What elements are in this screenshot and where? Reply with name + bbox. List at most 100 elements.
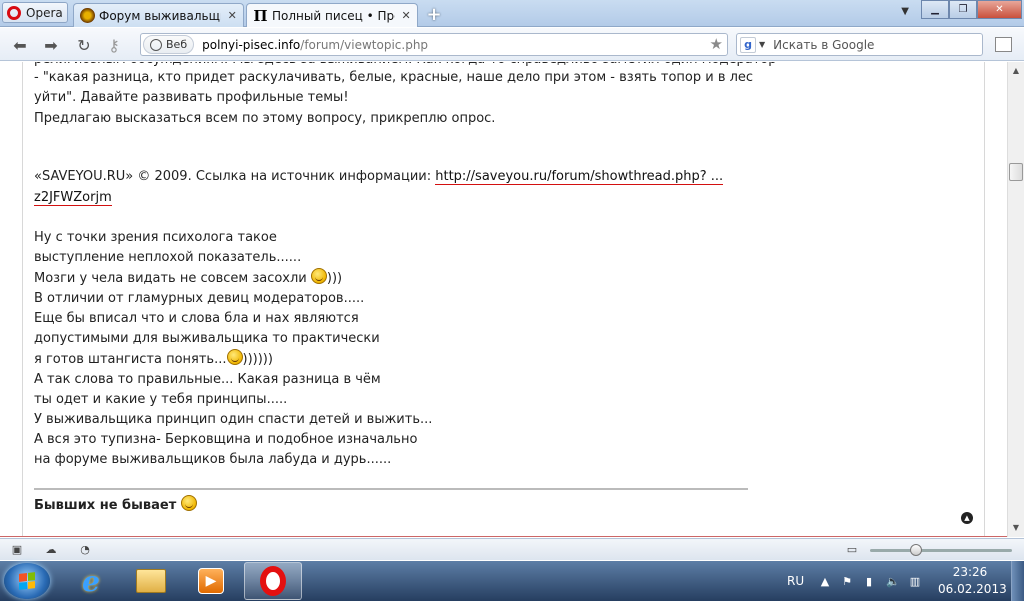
reply-text: я готов штангиста понять... [34, 352, 227, 367]
language-indicator[interactable]: RU [787, 561, 804, 601]
start-button[interactable] [4, 563, 50, 599]
panel-toggle-icon[interactable]: ▣ [10, 543, 24, 556]
address-field[interactable]: Веб polnyi-pisec.info /forum/viewtopic.p… [140, 33, 728, 56]
tab-label: Форум выживальщик... [99, 8, 221, 23]
status-bar: ▣ ☁ ◔ ▭ [0, 538, 1024, 560]
minimize-icon[interactable]: ▁ [921, 0, 949, 19]
navigation-bar: ⬅ ➡ ↻ ⚷ Веб polnyi-pisec.info /forum/vie… [0, 28, 1024, 61]
security-badge[interactable]: Веб [143, 35, 195, 54]
reply-line: Мозги у чела видать не совсем засохли ))… [34, 268, 342, 289]
opera-icon [260, 566, 286, 596]
reply-line: Ну с точки зрения психолога такое [34, 230, 277, 245]
turbo-speedometer-icon[interactable]: ◔ [78, 543, 92, 556]
post-bottom-border [0, 536, 1007, 537]
smiley-icon [310, 268, 327, 284]
tab-survival-forum[interactable]: Форум выживальщик... ✕ [73, 3, 244, 27]
reply-line: я готов штангиста понять...)))))) [34, 349, 273, 370]
reply-text: Мозги у чела видать не совсем засохли [34, 271, 307, 286]
google-icon[interactable]: g [740, 36, 756, 53]
url-host: polnyi-pisec.info [202, 37, 301, 52]
clock[interactable]: 23:26 06.02.2013 [938, 564, 1007, 598]
source-prefix: «SAVEYOU.RU» © 2009. Ссылка на источник … [34, 169, 432, 184]
scroll-up-arrow-icon[interactable]: ▲ [1008, 62, 1024, 79]
window-controls: ▁ ❐ ✕ [921, 0, 1022, 19]
new-tab-icon[interactable]: + [424, 4, 444, 25]
clock-time: 23:26 [952, 565, 988, 579]
taskbar-opera[interactable] [244, 562, 302, 600]
zoom-slider-track[interactable] [870, 549, 1012, 552]
reply-line: А так слова то правильные... Какая разни… [34, 372, 381, 387]
maximize-icon[interactable]: ❐ [949, 0, 977, 19]
reply-line: выступление неплохой показатель...... [34, 250, 302, 265]
scroll-down-arrow-icon[interactable]: ▼ [1008, 519, 1024, 536]
post-line: - "какая разница, кто придет раскулачива… [34, 70, 754, 85]
tray-expand-arrow-icon[interactable]: ▲ [818, 574, 832, 588]
view-options-icon[interactable]: ▭ [845, 543, 859, 556]
source-link[interactable]: http://saveyou.ru/forum/showthread.php? … [435, 169, 724, 185]
smiley-icon [226, 349, 243, 365]
tab-menu-arrow-icon[interactable]: ▼ [901, 6, 909, 17]
zoom-slider-knob[interactable] [910, 544, 922, 556]
windows-logo-icon [19, 572, 35, 590]
reply-line: Еще бы вписал что и слова бла и нах явля… [34, 311, 359, 326]
globe-icon [150, 38, 162, 51]
url-path: /forum/viewtopic.php [300, 37, 429, 52]
page-menu-icon[interactable] [995, 37, 1012, 52]
window-close-icon[interactable]: ✕ [977, 0, 1022, 19]
forward-arrow-icon[interactable]: ➡ [41, 35, 61, 55]
security-label: Веб [166, 38, 188, 51]
taskbar-media-player[interactable]: ▶ [182, 562, 240, 600]
pisec-favicon-icon: П [253, 6, 268, 25]
media-player-icon: ▶ [198, 568, 224, 594]
source-line-2: z2JFWZorjm [34, 188, 112, 208]
search-engine-dropdown-icon[interactable]: ▼ [759, 40, 765, 49]
bookmark-star-icon[interactable]: ★ [710, 35, 723, 53]
source-line: «SAVEYOU.RU» © 2009. Ссылка на источник … [34, 167, 724, 187]
folder-icon [136, 569, 166, 593]
reply-brackets: ))) [326, 271, 343, 286]
survival-favicon-icon [80, 8, 95, 23]
opera-logo-icon [7, 5, 21, 20]
show-desktop-button[interactable] [1011, 561, 1024, 601]
scrollbar-thumb[interactable] [1009, 163, 1023, 181]
post-line: Предлагаю высказаться всем по этому вопр… [34, 111, 496, 126]
opera-unite-cloud-icon[interactable]: ☁ [44, 543, 58, 556]
back-arrow-icon[interactable]: ⬅ [10, 35, 30, 55]
windows-taskbar: e ▶ RU ▲ ⚑ ▮ 🔈 ▥ 23:26 06.02.2013 [0, 561, 1024, 601]
signature-divider [34, 488, 748, 490]
reply-brackets: )))))) [242, 352, 273, 367]
opera-menu-label: Opera [26, 5, 63, 20]
internet-explorer-icon: e [82, 564, 100, 598]
tab-close-icon[interactable]: ✕ [226, 9, 238, 23]
key-icon[interactable]: ⚷ [104, 35, 124, 55]
reply-line: У выживальщика принцип один спасти детей… [34, 412, 433, 427]
reply-line: допустимыми для выживальщика то практиче… [34, 331, 380, 346]
volume-icon[interactable]: 🔈 [886, 574, 900, 588]
tab-polnyi-pisec[interactable]: П Полный писец • Прос... ✕ [246, 3, 418, 27]
taskbar-explorer[interactable] [122, 562, 180, 600]
taskbar-internet-explorer[interactable]: e [62, 562, 120, 600]
scroll-to-top-icon[interactable]: ▲ [961, 512, 973, 524]
tab-close-icon[interactable]: ✕ [400, 9, 412, 23]
tab-strip: Opera Форум выживальщик... ✕ П Полный пи… [0, 0, 1024, 27]
search-placeholder: Искать в Google [773, 37, 875, 52]
smiley-icon [180, 495, 197, 511]
search-field[interactable]: g ▼ Искать в Google [736, 33, 983, 56]
reply-line: ты одет и какие у тебя принципы..... [34, 392, 288, 407]
reload-icon[interactable]: ↻ [74, 35, 94, 55]
vertical-scrollbar[interactable]: ▲ ▼ [1007, 62, 1024, 537]
signature: Бывших не бывает [34, 495, 197, 513]
clock-date: 06.02.2013 [938, 582, 1007, 596]
opera-menu-button[interactable]: Opera [2, 2, 68, 23]
power-icon[interactable]: ▮ [862, 574, 876, 588]
post-line: уйти". Давайте развивать профильные темы… [34, 90, 349, 105]
network-icon[interactable]: ▥ [908, 574, 922, 588]
action-center-flag-icon[interactable]: ⚑ [840, 574, 854, 588]
signature-text: Бывших не бывает [34, 498, 177, 513]
page-viewport: религиозным обсуждениям. Мы здесь за выж… [0, 62, 1007, 537]
source-link-continued[interactable]: z2JFWZorjm [34, 190, 112, 206]
reply-line: А вся это тупизна- Берковщина и подобное… [34, 432, 418, 447]
reply-line: В отличии от гламурных девиц модераторов… [34, 291, 365, 306]
tab-label: Полный писец • Прос... [272, 8, 395, 23]
reply-line: на форуме выживальщиков была лабуда и ду… [34, 452, 392, 467]
